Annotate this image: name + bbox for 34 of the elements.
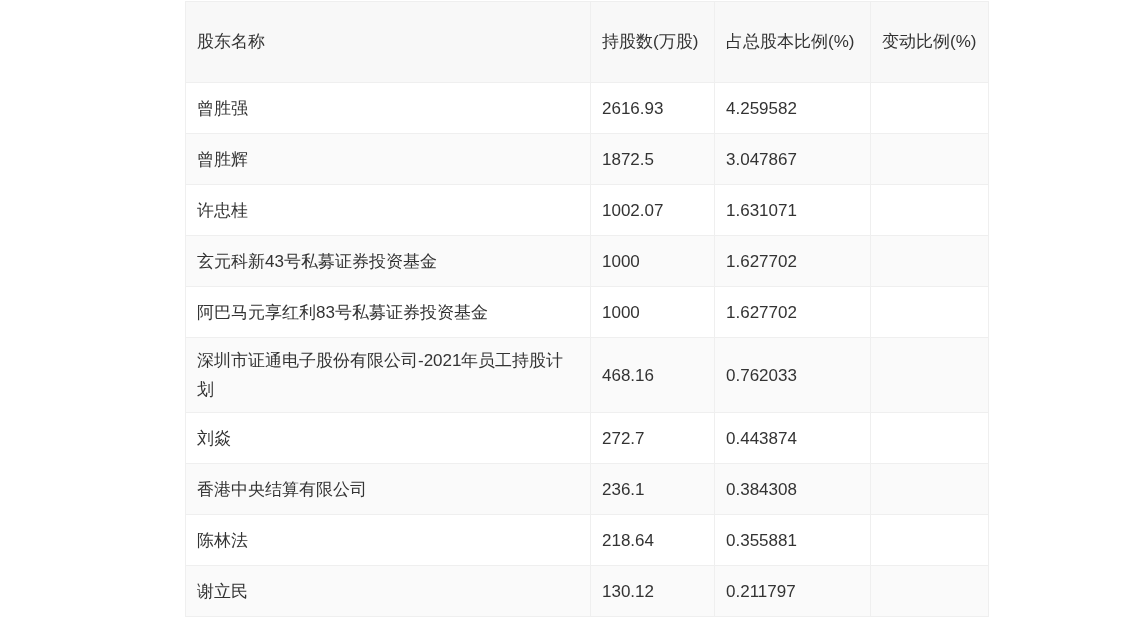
table-cell: 1.627702 [714,286,871,338]
table-cell: 许忠桂 [185,184,591,236]
table-cell: 刘焱 [185,412,591,464]
table-cell: 0.384308 [714,463,871,515]
table-cell: 0.443874 [714,412,871,464]
table-cell: 272.7 [590,412,715,464]
table-cell: 218.64 [590,514,715,566]
table-cell: 深圳市证通电子股份有限公司-2021年员工持股计划 [185,337,591,413]
table-cell: 曾胜辉 [185,133,591,185]
table-cell: 2616.93 [590,82,715,134]
table-cell: 陈林法 [185,514,591,566]
table-cell: 3.047867 [714,133,871,185]
table-cell: 0.355881 [714,514,871,566]
table-cell: 468.16 [590,337,715,413]
table-cell: 谢立民 [185,565,591,617]
column-header: 股东名称 [185,1,591,83]
table-cell: 香港中央结算有限公司 [185,463,591,515]
column-header: 变动比例(%) [870,1,989,83]
table-cell: 1.627702 [714,235,871,287]
table-cell: 1000 [590,235,715,287]
table-cell: 1.631071 [714,184,871,236]
table-cell: 236.1 [590,463,715,515]
table-cell: 130.12 [590,565,715,617]
table-cell: 0.211797 [714,565,871,617]
column-header: 持股数(万股) [590,1,715,83]
column-header: 占总股本比例(%) [714,1,871,83]
table-cell: 玄元科新43号私募证券投资基金 [185,235,591,287]
table-cell: 1000 [590,286,715,338]
table-cell: 曾胜强 [185,82,591,134]
table-cell: 阿巴马元享红利83号私募证券投资基金 [185,286,591,338]
table-cell: 1872.5 [590,133,715,185]
table-cell: 4.259582 [714,82,871,134]
table-cell: 1002.07 [590,184,715,236]
table-cell: 0.762033 [714,337,871,413]
